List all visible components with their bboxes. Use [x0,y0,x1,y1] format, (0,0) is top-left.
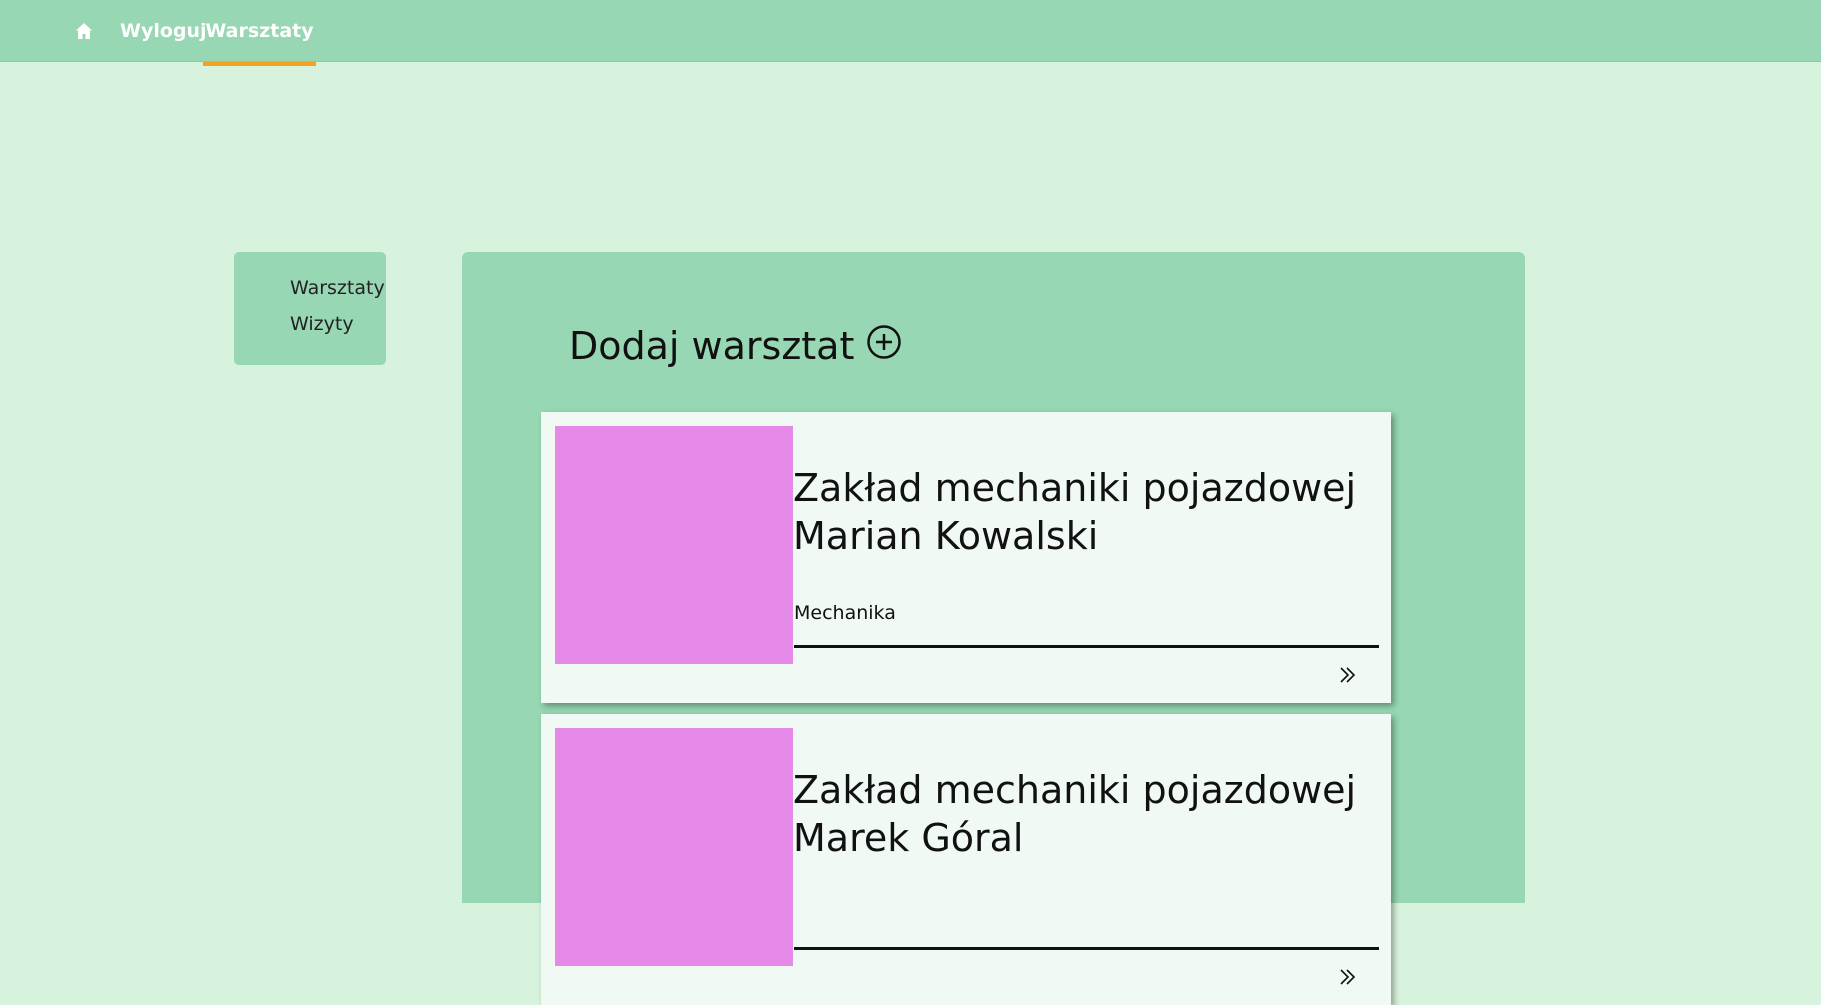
top-navbar: Wyloguj Warsztaty [0,0,1821,66]
home-icon [76,23,92,39]
divider [794,947,1379,950]
workshop-thumbnail [555,728,793,966]
workshop-thumbnail [555,426,793,664]
double-chevron-right-icon[interactable] [1338,665,1358,685]
workshop-title: Zakład mechaniki pojazdowej Marian Kowal… [793,466,1357,558]
sidebar: Warsztaty Wizyty [234,252,386,365]
nav-logout-link[interactable]: Wyloguj [120,0,207,62]
sidebar-item-warsztaty[interactable]: Warsztaty [290,277,385,299]
workshop-card: Zakład mechaniki pojazdowej Marek Góral [541,714,1391,1005]
workshop-title: Zakład mechaniki pojazdowej Marek Góral [793,768,1357,860]
plus-circle-icon[interactable] [866,324,902,360]
sidebar-item-wizyty[interactable]: Wizyty [290,313,354,335]
nav-active-indicator [203,62,316,66]
workshop-category: Mechanika [794,602,896,624]
add-workshop-title: Dodaj warsztat [569,324,855,368]
nav-workshops-link[interactable]: Warsztaty [203,0,316,62]
main-panel: Dodaj warsztat Zakład mechaniki pojazdow… [462,252,1525,1005]
workshop-card: Zakład mechaniki pojazdowej Marian Kowal… [541,412,1391,703]
add-workshop-row: Dodaj warsztat [569,324,902,368]
double-chevron-right-icon[interactable] [1338,967,1358,987]
divider [794,645,1379,648]
nav-home-link[interactable] [75,0,97,62]
